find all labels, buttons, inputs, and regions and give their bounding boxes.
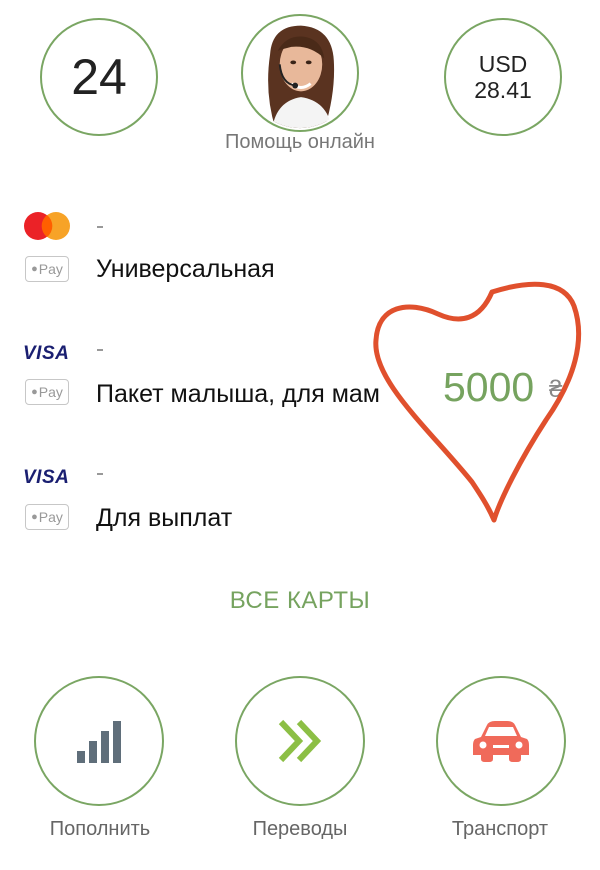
card-name: Для выплат <box>96 504 233 532</box>
mastercard-icon <box>24 212 70 240</box>
card-name: Пакет малыша, для мам <box>96 380 380 408</box>
signal-bars-icon <box>77 721 121 763</box>
online-help-button[interactable] <box>241 14 359 132</box>
currency-symbol: ₴ <box>549 376 563 403</box>
apple-icon: ● <box>31 386 38 398</box>
double-chevron-icon <box>278 719 322 763</box>
days-badge[interactable]: 24 <box>40 18 158 136</box>
apple-icon: ● <box>31 263 38 275</box>
transport-button[interactable] <box>436 676 566 806</box>
support-agent-avatar <box>244 17 356 129</box>
all-cards-link[interactable]: ВСЕ КАРТЫ <box>0 587 600 615</box>
masked-card-number <box>97 349 103 351</box>
transport-label: Транспорт <box>451 818 549 840</box>
visa-logo: VISA <box>23 343 70 364</box>
transfers-label: Переводы <box>252 818 348 840</box>
masked-card-number <box>97 226 103 228</box>
rate-currency: USD <box>478 51 528 77</box>
rate-value: 28.41 <box>474 77 532 103</box>
help-label: Помощь онлайн <box>225 131 375 153</box>
exchange-rate-badge[interactable]: USD 28.41 <box>444 18 562 136</box>
car-icon <box>473 721 529 762</box>
apple-pay-badge: ● Pay <box>25 379 69 405</box>
transfers-button[interactable] <box>235 676 365 806</box>
card-balance: 5000 <box>443 364 535 410</box>
masked-card-number <box>97 473 103 475</box>
apple-icon: ● <box>31 511 38 523</box>
top-up-label: Пополнить <box>49 818 151 840</box>
top-up-button[interactable] <box>34 676 164 806</box>
days-value: 24 <box>71 49 127 105</box>
apple-pay-badge: ● Pay <box>25 504 69 530</box>
visa-logo: VISA <box>23 467 70 488</box>
apple-pay-badge: ● Pay <box>25 256 69 282</box>
card-name: Универсальная <box>96 255 275 283</box>
